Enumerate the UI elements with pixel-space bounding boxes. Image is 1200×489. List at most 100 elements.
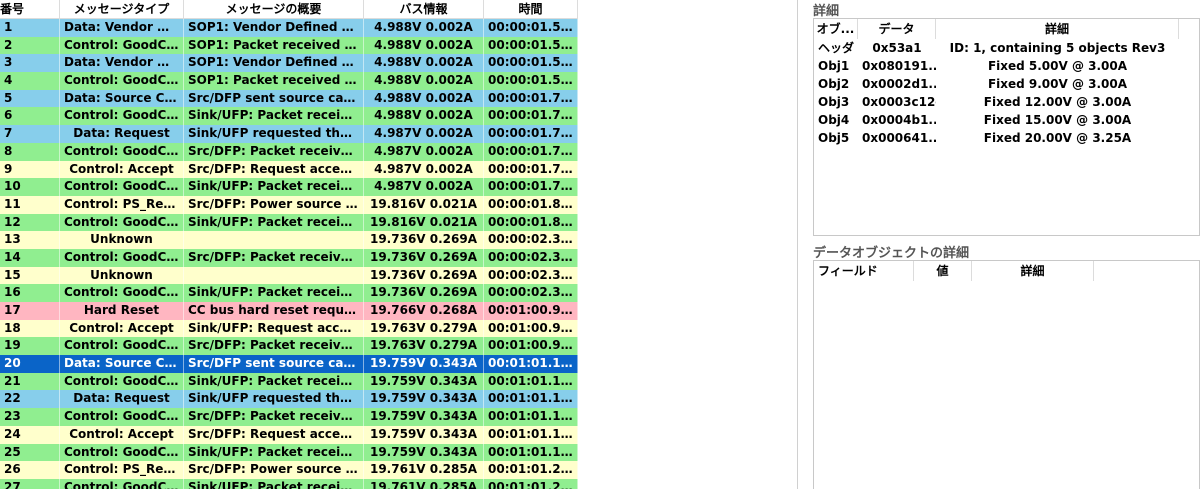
row-number: 12 bbox=[0, 213, 60, 232]
detail-row-object: ヘッダ bbox=[818, 41, 855, 55]
row-time: 00:00:02.365 bbox=[484, 248, 578, 267]
table-row[interactable]: 25 Control: GoodCRC Sink/UFP: Packet recei… bbox=[0, 443, 578, 462]
column-header-number[interactable]: 番号 bbox=[0, 0, 60, 18]
detail-row-detail: Fixed 5.00V @ 3.00A bbox=[987, 59, 1128, 73]
row-bus-info: 4.987V 0.002A bbox=[364, 142, 484, 161]
row-summary: Src/DFP: Request accepted bbox=[184, 160, 364, 179]
table-row[interactable]: 4 Control: GoodCRC SOP1: Packet received w… bbox=[0, 72, 578, 90]
row-time: 00:01:01.256 bbox=[484, 461, 578, 479]
detail-column-data[interactable]: データ bbox=[858, 19, 936, 39]
detail-row-detail: ID: 1, containing 5 objects Rev3 bbox=[949, 41, 1166, 55]
table-row[interactable]: 10 Control: GoodCRC Sink/UFP: Packet recei… bbox=[0, 178, 578, 196]
table-row[interactable]: 7Data: RequestSink/UFP requested the 5th… bbox=[0, 125, 578, 143]
table-row[interactable]: 14 Control: GoodCRC Src/DFP: Packet receiv… bbox=[0, 248, 578, 267]
row-bus-info: 19.816V 0.021A bbox=[364, 195, 484, 214]
row-time: 00:00:01.717 bbox=[484, 107, 578, 126]
row-number: 19 bbox=[0, 337, 60, 356]
table-row[interactable]: 17Hard ResetCC bus hard reset requested … bbox=[0, 302, 578, 320]
row-time: 00:01:01.148 bbox=[484, 408, 578, 426]
row-message-type: Data: Vendor Defi... bbox=[60, 54, 184, 73]
row-bus-info: 4.988V 0.002A bbox=[364, 72, 484, 90]
data-object-column-detail[interactable]: 詳細 bbox=[972, 261, 1094, 281]
table-row[interactable]: 26 Control: PS_Ready Src/DFP: Power source… bbox=[0, 461, 578, 479]
row-number: 14 bbox=[0, 248, 60, 267]
row-bus-info: 19.759V 0.343A bbox=[364, 372, 484, 391]
row-number: 9 bbox=[0, 160, 60, 179]
row-number: 8 bbox=[0, 142, 60, 161]
row-summary: Sink/UFP: Request accepted bbox=[184, 319, 364, 338]
row-message-type: Control: GoodCRC bbox=[60, 372, 184, 391]
column-header-time[interactable]: 時間 bbox=[484, 0, 578, 18]
table-row[interactable]: 24 Control: Accept Src/DFP: Request accept… bbox=[0, 425, 578, 444]
detail-row[interactable]: Obj1 0x080191... Fixed 5.00V @ 3.00A bbox=[814, 57, 1199, 75]
table-row[interactable]: 6 Control: GoodCRC Sink/UFP: Packet receiv… bbox=[0, 107, 578, 126]
row-summary: SOP1: Packet received with ... bbox=[184, 72, 364, 90]
message-table-body: 1Data: Vendor Defi...SOP1: Vendor Define… bbox=[0, 19, 578, 489]
row-message-type: Control: GoodCRC bbox=[60, 337, 184, 356]
row-summary: Sink/UFP requested the 5th ... bbox=[184, 390, 364, 409]
row-bus-info: 19.759V 0.343A bbox=[364, 408, 484, 426]
table-row[interactable]: 3Data: Vendor Defi...SOP1: Vendor Define… bbox=[0, 54, 578, 73]
row-time: 00:00:02.365 bbox=[484, 231, 578, 249]
table-row[interactable]: 15 Unknown 19.736V 0.269A 00:00:02.369 bbox=[0, 266, 578, 285]
row-summary: Sink/UFP: Packet received w... bbox=[184, 443, 364, 462]
row-message-type: Control: PS_Ready bbox=[60, 195, 184, 214]
row-summary: Src/DFP: Packet received wit... bbox=[184, 408, 364, 426]
table-row[interactable]: 1Data: Vendor Defi...SOP1: Vendor Define… bbox=[0, 19, 578, 37]
row-summary: Src/DFP: Packet received wit... bbox=[184, 248, 364, 267]
detail-row[interactable]: Obj2 0x0002d1... Fixed 9.00V @ 3.00A bbox=[814, 75, 1199, 93]
table-row[interactable]: 5 Data: Source Cap... Src/DFP sent source … bbox=[0, 89, 578, 108]
data-object-column-value[interactable]: 値 bbox=[914, 261, 972, 281]
row-summary: CC bus hard reset requested ... bbox=[184, 302, 364, 320]
table-row[interactable]: 27 Control: GoodCRC Sink/UFP: Packet recei… bbox=[0, 478, 578, 489]
detail-row[interactable]: ヘッダ 0x53a1 ID: 1, containing 5 objects Rev… bbox=[814, 39, 1199, 57]
detail-row[interactable]: Obj4 0x0004b1... Fixed 15.00V @ 3.00A bbox=[814, 111, 1199, 129]
row-bus-info: 19.759V 0.343A bbox=[364, 355, 484, 373]
detail-row[interactable]: Obj5 0x000641... Fixed 20.00V @ 3.25A bbox=[814, 129, 1199, 147]
message-table-header: 番号 メッセージタイプ メッセージの概要 バス情報 時間 bbox=[0, 0, 578, 19]
row-number: 25 bbox=[0, 443, 60, 462]
table-row[interactable]: 23 Control: GoodCRC Src/DFP: Packet receiv… bbox=[0, 408, 578, 426]
row-summary: Src/DFP: Request accepted bbox=[184, 425, 364, 444]
row-message-type: Control: GoodCRC bbox=[60, 248, 184, 267]
row-number: 7 bbox=[0, 125, 60, 143]
table-row[interactable]: 20 Data: Source Cap... Src/DFP sent source… bbox=[0, 355, 578, 373]
row-message-type: Hard Reset bbox=[60, 302, 184, 320]
detail-column-object[interactable]: オブ... bbox=[814, 19, 858, 39]
table-row[interactable]: 12 Control: GoodCRC Sink/UFP: Packet recei… bbox=[0, 213, 578, 232]
row-bus-info: 19.761V 0.285A bbox=[364, 478, 484, 489]
row-time: 00:01:01.138 bbox=[484, 372, 578, 391]
table-row[interactable]: 19 Control: GoodCRC Src/DFP: Packet receiv… bbox=[0, 337, 578, 356]
table-row[interactable]: 16 Control: GoodCRC Sink/UFP: Packet recei… bbox=[0, 284, 578, 302]
row-time: 00:00:01.716 bbox=[484, 89, 578, 108]
data-object-column-field[interactable]: フィールド bbox=[814, 261, 914, 281]
table-row[interactable]: 8 Control: GoodCRC Src/DFP: Packet receive… bbox=[0, 142, 578, 161]
detail-row-detail: Fixed 20.00V @ 3.25A bbox=[983, 131, 1132, 145]
column-header-summary[interactable]: メッセージの概要 bbox=[184, 0, 364, 18]
table-row[interactable]: 11 Control: PS_Ready Src/DFP: Power source… bbox=[0, 195, 578, 214]
row-number: 1 bbox=[0, 19, 60, 37]
table-row[interactable]: 9 Control: Accept Src/DFP: Request accepte… bbox=[0, 160, 578, 179]
pane-divider[interactable] bbox=[797, 0, 798, 489]
detail-row[interactable]: Obj3 0x0003c12c Fixed 12.00V @ 3.00A bbox=[814, 93, 1199, 111]
row-message-type: Data: Request bbox=[60, 390, 184, 409]
row-summary: Sink/UFP: Packet received w... bbox=[184, 372, 364, 391]
table-row[interactable]: 18 Control: Accept Sink/UFP: Request accep… bbox=[0, 319, 578, 338]
row-time: 00:00:02.370 bbox=[484, 284, 578, 302]
row-time: 00:00:01.583 bbox=[484, 36, 578, 55]
table-row[interactable]: 21 Control: GoodCRC Sink/UFP: Packet recei… bbox=[0, 372, 578, 391]
table-row[interactable]: 22Data: RequestSink/UFP requested the 5t… bbox=[0, 390, 578, 409]
row-time: 00:00:01.583 bbox=[484, 19, 578, 37]
row-message-type: Unknown bbox=[60, 266, 184, 285]
column-header-bus-info[interactable]: バス情報 bbox=[364, 0, 484, 18]
table-row[interactable]: 2 Control: GoodCRC SOP1: Packet received w… bbox=[0, 36, 578, 55]
row-bus-info: 19.763V 0.279A bbox=[364, 337, 484, 356]
table-row[interactable]: 13 Unknown 19.736V 0.269A 00:00:02.365 bbox=[0, 231, 578, 249]
column-header-message-type[interactable]: メッセージタイプ bbox=[60, 0, 184, 18]
row-summary bbox=[184, 231, 364, 249]
row-bus-info: 19.763V 0.279A bbox=[364, 319, 484, 338]
row-bus-info: 4.988V 0.002A bbox=[364, 36, 484, 55]
row-bus-info: 4.988V 0.002A bbox=[364, 89, 484, 108]
detail-column-detail[interactable]: 詳細 bbox=[936, 19, 1179, 39]
detail-row-object: Obj3 bbox=[818, 95, 850, 109]
